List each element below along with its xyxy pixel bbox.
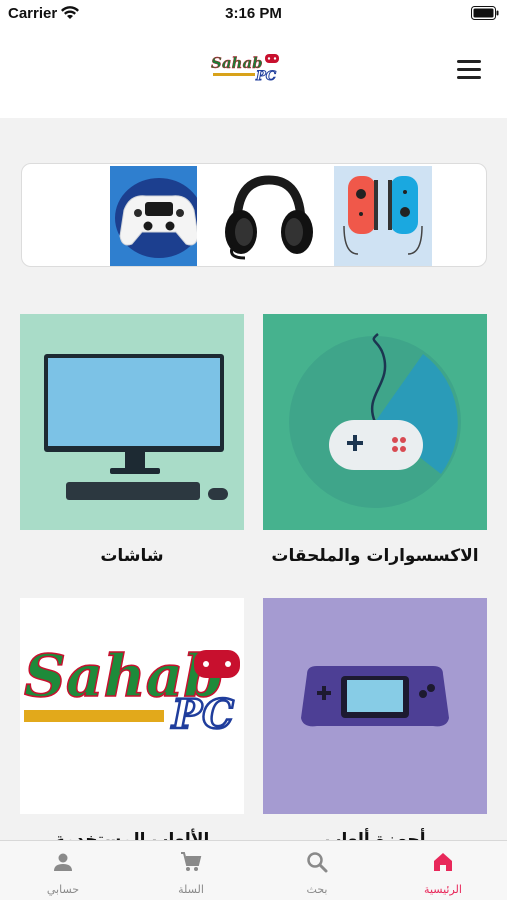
nav-search-label: بحث bbox=[306, 883, 328, 896]
nav-cart[interactable]: السلة bbox=[128, 841, 254, 900]
home-content[interactable]: الاكسسوارات والملحقات شاشات أجهزة ألعاب bbox=[0, 118, 507, 840]
category-label: شاشات bbox=[100, 546, 164, 566]
menu-button[interactable] bbox=[457, 60, 487, 84]
nav-cart-label: السلة bbox=[178, 883, 204, 896]
svg-text:Sahab: Sahab bbox=[211, 54, 263, 72]
category-used-games[interactable]: Sahab PC الألعاب المستخدمة bbox=[20, 598, 244, 840]
bottom-nav: الرئيسية بحث السلة حسابي bbox=[0, 840, 507, 900]
category-accessories[interactable]: الاكسسوارات والملحقات bbox=[263, 314, 487, 566]
svg-text:PC: PC bbox=[255, 69, 277, 84]
cart-icon bbox=[181, 852, 202, 871]
category-devices[interactable]: أجهزة ألعاب bbox=[263, 598, 487, 840]
person-icon bbox=[54, 853, 72, 871]
nav-home[interactable]: الرئيسية bbox=[380, 841, 506, 900]
app-header: Sahab PC bbox=[0, 30, 507, 118]
handheld-console-image bbox=[263, 598, 487, 814]
nav-home-label: الرئيسية bbox=[424, 883, 462, 896]
monitor-image bbox=[20, 314, 244, 530]
svg-text:PC: PC bbox=[171, 691, 234, 738]
menu-bar-bottom bbox=[457, 76, 481, 79]
category-label: الألعاب المستخدمة bbox=[54, 830, 210, 840]
ps5-controller-image bbox=[110, 166, 208, 266]
category-label: أجهزة ألعاب bbox=[324, 830, 426, 840]
nav-search[interactable]: بحث bbox=[254, 841, 380, 900]
battery-icon bbox=[471, 6, 499, 20]
headset-image bbox=[197, 166, 337, 266]
menu-bar-top bbox=[457, 60, 481, 63]
category-label: الاكسسوارات والملحقات bbox=[271, 546, 479, 566]
gamepad-image bbox=[263, 314, 487, 530]
joycons-image bbox=[334, 166, 432, 266]
promo-banner[interactable] bbox=[21, 163, 487, 267]
sahab-logo-image: Sahab PC bbox=[20, 598, 244, 814]
status-bar: Carrier 3:16 PM bbox=[0, 0, 507, 30]
menu-bar-middle bbox=[457, 68, 481, 71]
sahab-pc-logo[interactable]: Sahab PC bbox=[209, 50, 285, 86]
nav-account[interactable]: حسابي bbox=[0, 841, 126, 900]
category-screens[interactable]: شاشات bbox=[20, 314, 244, 566]
nav-account-label: حسابي bbox=[46, 883, 80, 896]
home-icon bbox=[434, 853, 452, 871]
status-time: 3:16 PM bbox=[225, 5, 282, 22]
search-icon bbox=[307, 852, 328, 873]
